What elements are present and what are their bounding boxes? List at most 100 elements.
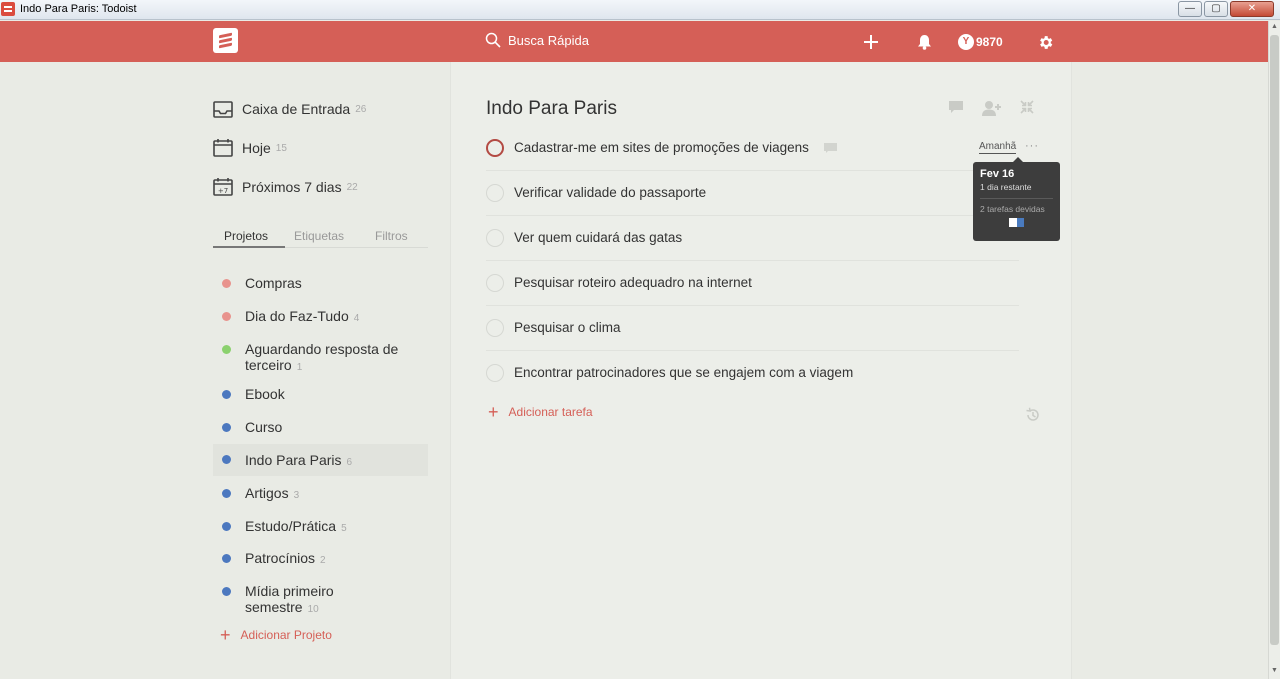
task-row[interactable]: Encontrar patrocinadores que se engajem … (486, 351, 1019, 396)
project-item-indo-para-paris[interactable]: Indo Para Paris 6 (213, 444, 428, 476)
filter-today-label: Hoje (242, 140, 271, 156)
project-item-aguardando-resposta[interactable]: Aguardando resposta de terceiro 1 (213, 341, 428, 375)
plus-icon: + (488, 402, 499, 422)
task-text[interactable]: Cadastrar-me em sites de promoções de vi… (514, 140, 809, 155)
task-row[interactable]: Pesquisar roteiro adequadro na internet (486, 261, 1019, 306)
project-color-dot (222, 455, 231, 464)
task-text[interactable]: Pesquisar o clima (514, 320, 621, 335)
minimize-button[interactable]: — (1178, 1, 1202, 17)
close-button[interactable]: ✕ (1230, 1, 1274, 17)
page-title: Indo Para Paris (486, 98, 617, 119)
add-task-button[interactable]: + Adicionar tarefa (488, 402, 593, 422)
settings-button[interactable] (1036, 34, 1056, 51)
project-label: Aguardando resposta de terceiro 1 (245, 341, 399, 373)
task-checkbox[interactable] (486, 139, 504, 157)
topbar-actions: Y 9870 (860, 29, 1056, 55)
project-item-ebook[interactable]: Ebook (213, 386, 428, 404)
add-project-button[interactable]: + Adicionar Projeto (220, 625, 332, 645)
bell-icon (917, 35, 931, 50)
sidebar-tabs: Projetos Etiquetas Filtros (213, 225, 428, 248)
task-comment-icon[interactable] (823, 142, 838, 154)
tooltip-date: Fev 16 (980, 168, 1015, 180)
project-color-dot (222, 587, 231, 596)
project-label: Mídia primeiro semestre 10 (245, 583, 334, 615)
project-item-compras[interactable]: Compras (213, 275, 428, 293)
project-item-midia-primeiro-semestre[interactable]: Mídia primeiro semestre 10 (213, 583, 428, 617)
scroll-up-icon[interactable]: ▲ (1271, 23, 1278, 30)
project-color-dot (222, 279, 231, 288)
task-checkbox[interactable] (486, 364, 504, 382)
task-text[interactable]: Encontrar patrocinadores que se engajem … (514, 365, 853, 380)
tooltip-workload-bar (1009, 218, 1024, 227)
project-label: Curso (245, 419, 283, 435)
project-item-patrocinios[interactable]: Patrocínios 2 (213, 550, 428, 568)
task-checkbox[interactable] (486, 184, 504, 202)
task-text[interactable]: Ver quem cuidará das gatas (514, 230, 682, 245)
window-title: Indo Para Paris: Todoist (20, 3, 137, 15)
task-row[interactable]: Ver quem cuidará das gatas (486, 216, 1019, 261)
project-item-curso[interactable]: Curso (213, 419, 428, 437)
scroll-thumb[interactable] (1270, 35, 1279, 645)
due-date-tooltip: Fev 16 1 dia restante 2 tarefas devidas (973, 157, 1060, 241)
add-task-label: Adicionar tarefa (508, 405, 593, 419)
filter-today-count: 15 (275, 142, 287, 154)
filter-today[interactable]: Hoje 15 (213, 139, 287, 157)
tab-projects[interactable]: Projetos (224, 229, 268, 243)
karma-score: 9870 (976, 35, 1003, 49)
search-placeholder: Busca Rápida (508, 32, 589, 48)
task-more-menu[interactable]: ··· (1025, 140, 1039, 152)
filter-next-7-days[interactable]: +7 Próximos 7 dias 22 (213, 178, 358, 196)
add-task-quick-button[interactable] (860, 34, 882, 50)
vertical-scrollbar[interactable]: ▲ ▼ (1268, 21, 1280, 679)
project-color-dot (222, 345, 231, 354)
history-icon[interactable] (1025, 407, 1041, 423)
plus-icon: + (220, 625, 231, 645)
calendar-icon (213, 139, 233, 157)
tab-filters[interactable]: Filtros (375, 229, 408, 243)
window-titlebar: Indo Para Paris: Todoist — ▢ ✕ (0, 0, 1280, 20)
task-checkbox[interactable] (486, 319, 504, 337)
app-topbar: Busca Rápida Y 9870 (0, 21, 1268, 62)
project-label: Compras (245, 275, 302, 291)
project-item-artigos[interactable]: Artigos 3 (213, 485, 428, 503)
collapse-icon[interactable] (1020, 100, 1034, 114)
project-label: Estudo/Prática 5 (245, 518, 347, 534)
scroll-down-icon[interactable]: ▼ (1271, 667, 1278, 674)
svg-text:+7: +7 (218, 187, 228, 195)
project-color-dot (222, 522, 231, 531)
notifications-button[interactable] (913, 34, 935, 50)
tooltip-remaining: 1 dia restante (980, 182, 1032, 192)
karma-badge-icon: Y (958, 34, 974, 50)
task-text[interactable]: Pesquisar roteiro adequadro na internet (514, 275, 752, 290)
share-user-icon[interactable] (982, 100, 1002, 116)
task-checkbox[interactable] (486, 274, 504, 292)
project-color-dot (222, 489, 231, 498)
tooltip-tasks-due: 2 tarefas devidas (980, 204, 1045, 214)
project-label: Ebook (245, 386, 285, 402)
task-row[interactable]: Pesquisar o clima (486, 306, 1019, 351)
task-checkbox[interactable] (486, 229, 504, 247)
quick-search[interactable]: Busca Rápida (485, 32, 589, 48)
filter-inbox-label: Caixa de Entrada (242, 101, 351, 117)
task-due-date[interactable]: Amanhã (979, 141, 1017, 154)
plus-icon (864, 35, 878, 49)
project-item-estudo-pratica[interactable]: Estudo/Prática 5 (213, 518, 428, 536)
karma-button[interactable]: Y 9870 (958, 34, 1003, 50)
filter-inbox[interactable]: Caixa de Entrada 26 (213, 100, 366, 118)
search-icon (485, 32, 501, 48)
project-label: Patrocínios 2 (245, 550, 326, 566)
comment-icon[interactable] (948, 100, 964, 114)
gear-icon (1040, 35, 1053, 49)
task-text[interactable]: Verificar validade do passaporte (514, 185, 706, 200)
project-color-dot (222, 423, 231, 432)
todoist-logo[interactable] (213, 28, 238, 53)
filter-inbox-count: 26 (355, 103, 367, 115)
main-panel: Indo Para Paris Cadastrar-me em sites de… (450, 62, 1072, 679)
task-row[interactable]: Cadastrar-me em sites de promoções de vi… (486, 126, 1038, 171)
tab-labels[interactable]: Etiquetas (294, 229, 344, 243)
add-project-label: Adicionar Projeto (240, 628, 332, 642)
maximize-button[interactable]: ▢ (1204, 1, 1228, 17)
task-row[interactable]: Verificar validade do passaporte (486, 171, 1019, 216)
active-tab-indicator (213, 246, 285, 248)
project-item-dia-do-faz-tudo[interactable]: Dia do Faz-Tudo 4 (213, 308, 428, 326)
